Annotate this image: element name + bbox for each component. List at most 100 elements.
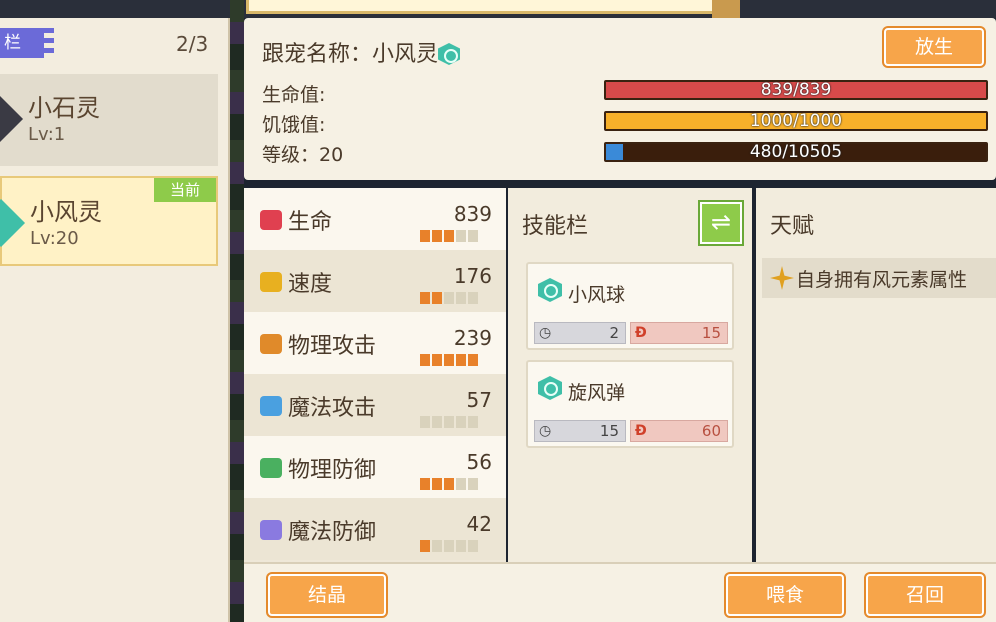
level-pip — [432, 230, 442, 242]
attribute-value: 42 — [466, 512, 492, 536]
level-pip — [420, 292, 430, 304]
level-pip — [468, 292, 478, 304]
cooldown-box: ◷ 15 — [534, 420, 626, 442]
swap-icon[interactable]: ⇌ — [700, 202, 742, 244]
level-pip — [432, 478, 442, 490]
attribute-level-pips — [420, 292, 478, 304]
level-pip — [444, 478, 454, 490]
skill-name: 旋风弹 — [568, 382, 626, 404]
level-pip — [444, 230, 454, 242]
level-pip — [456, 416, 466, 428]
level-pip — [420, 230, 430, 242]
attribute-value: 57 — [466, 388, 492, 412]
cost-box: Ð 60 — [630, 420, 728, 442]
level-pip — [468, 540, 478, 552]
boot-icon — [260, 272, 282, 292]
exp-bar-text: 480/10505 — [749, 142, 843, 162]
level-pip — [420, 416, 430, 428]
crystal-button[interactable]: 结晶 — [268, 574, 386, 616]
skill-name: 小风球 — [568, 284, 626, 306]
level-pip — [468, 416, 478, 428]
cooldown-box: ◷ 2 — [534, 322, 626, 344]
level-pip — [432, 416, 442, 428]
recall-button[interactable]: 召回 — [866, 574, 984, 616]
hp-bar: 839/839 — [604, 80, 988, 100]
mana-icon: Ð — [635, 325, 647, 341]
pet-level: Lv:20 — [30, 228, 79, 249]
pet-list-item[interactable]: 小石灵 Lv:1 — [0, 74, 218, 166]
stone-pet-icon — [0, 94, 24, 144]
attribute-name: 魔法攻击 — [288, 396, 377, 421]
level-pip — [432, 354, 442, 366]
cooldown-value: 2 — [609, 324, 619, 342]
level-pip — [444, 540, 454, 552]
level-pip — [444, 416, 454, 428]
level-pip — [456, 540, 466, 552]
attribute-level-pips — [420, 354, 478, 366]
level-pip — [456, 230, 466, 242]
attribute-name: 魔法防御 — [288, 520, 377, 545]
level-pip — [420, 354, 430, 366]
attribute-value: 56 — [466, 450, 492, 474]
attribute-level-pips — [420, 230, 478, 242]
skill-panel: 技能栏 ⇌ 小风球 ◷ 2 Ð 15 旋风弹 ◷ 15 Ð 60 — [508, 188, 752, 562]
fist-icon — [260, 334, 282, 354]
wind-skill-icon — [538, 278, 562, 302]
attribute-name: 生命 — [288, 210, 333, 235]
hunger-label: 饥饿值: — [262, 114, 326, 136]
shield-icon — [260, 458, 282, 478]
pet-title-text: 跟宠名称：小风灵 — [262, 42, 439, 67]
cost-box: Ð 15 — [630, 322, 728, 344]
skill-card[interactable]: 旋风弹 ◷ 15 Ð 60 — [526, 360, 734, 448]
level-pip — [420, 540, 430, 552]
pet-count: 2/3 — [176, 32, 209, 56]
level-pip — [468, 230, 478, 242]
attribute-level-pips — [420, 478, 478, 490]
talent-panel-title: 天赋 — [770, 214, 815, 239]
magic-hand-icon — [260, 396, 282, 416]
talent-item[interactable]: 自身拥有风元素属性 — [762, 258, 996, 298]
wind-element-icon — [438, 43, 461, 65]
attribute-row: 魔法攻击 57 — [244, 374, 506, 436]
attribute-row: 生命 839 — [244, 188, 506, 250]
exp-bar: 480/10505 — [604, 142, 988, 162]
cost-value: 15 — [701, 324, 721, 342]
pet-list-tab: 栏 — [0, 28, 54, 58]
pet-list-panel: 栏 2/3 小石灵 Lv:1 小风灵 Lv:20 当前 — [0, 18, 230, 622]
skill-card[interactable]: 小风球 ◷ 2 Ð 15 — [526, 262, 734, 350]
mana-icon: Ð — [635, 423, 647, 439]
release-button[interactable]: 放生 — [884, 28, 984, 66]
action-bar: 结晶 喂食 召回 — [244, 562, 996, 622]
level-pip — [456, 354, 466, 366]
attribute-row: 物理防御 56 — [244, 436, 506, 498]
talent-panel: 天赋 自身拥有风元素属性 — [756, 188, 996, 562]
attribute-name: 物理攻击 — [288, 334, 377, 359]
attribute-value: 839 — [453, 202, 492, 226]
clock-icon: ◷ — [539, 325, 552, 341]
pet-info-panel: 跟宠名称：小风灵 放生 生命值: 饥饿值: 等级：20 839/839 1000… — [244, 18, 996, 180]
attribute-row: 速度 176 — [244, 250, 506, 312]
attribute-row: 魔法防御 42 — [244, 498, 506, 560]
attribute-row: 物理攻击 239 — [244, 312, 506, 374]
feed-button[interactable]: 喂食 — [726, 574, 844, 616]
pet-list-item-selected[interactable]: 小风灵 Lv:20 当前 — [0, 176, 218, 266]
level-pip — [444, 354, 454, 366]
pet-title: 跟宠名称：小风灵 — [262, 36, 461, 68]
clock-icon: ◷ — [539, 423, 552, 439]
cooldown-value: 15 — [599, 422, 619, 440]
level-label: 等级：20 — [262, 144, 344, 166]
sparkle-icon — [770, 266, 794, 290]
hp-bar-text: 839/839 — [760, 80, 832, 100]
hunger-bar: 1000/1000 — [604, 111, 988, 131]
flower-icon — [260, 520, 282, 540]
top-banner — [246, 0, 736, 14]
wind-pet-icon — [0, 198, 26, 248]
attribute-value: 239 — [453, 326, 492, 350]
level-pip — [432, 540, 442, 552]
skill-panel-title: 技能栏 — [522, 214, 589, 239]
pet-level: Lv:1 — [28, 124, 66, 145]
hp-label: 生命值: — [262, 84, 326, 106]
level-pip — [468, 354, 478, 366]
level-pip — [456, 478, 466, 490]
level-pip — [432, 292, 442, 304]
